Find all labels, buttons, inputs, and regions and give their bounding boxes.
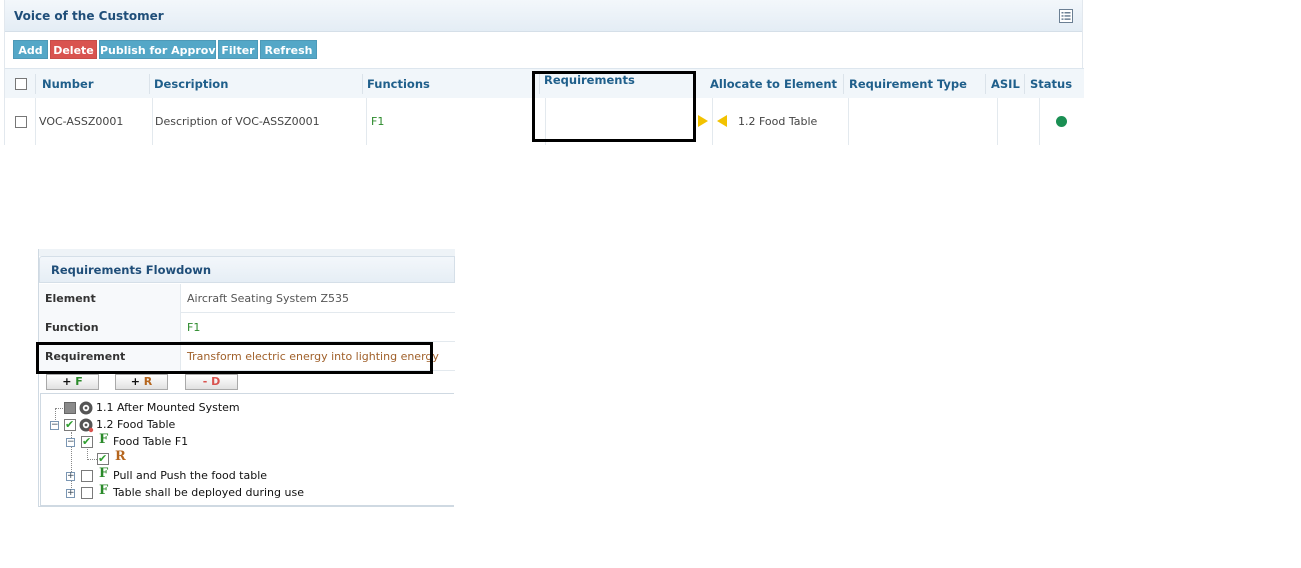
- cell-allocate-to-element[interactable]: 1.2 Food Table: [738, 98, 817, 145]
- move-right-arrow-icon[interactable]: [698, 115, 708, 127]
- plus-icon: +: [62, 375, 72, 388]
- function-letter-icon: F: [99, 432, 109, 447]
- column-divider: [985, 74, 986, 94]
- requirement-value: Transform electric energy into lighting …: [187, 350, 439, 363]
- element-tree: 1.1 After Mounted System − 1.2 Food Tabl…: [40, 393, 454, 506]
- delete-letter-icon: D: [211, 375, 221, 388]
- panel-top-strip: [39, 249, 455, 256]
- node-checkbox[interactable]: [64, 402, 76, 414]
- element-row: Element Aircraft Seating System Z535: [39, 284, 455, 313]
- tree-node-label: Pull and Push the food table: [113, 469, 268, 482]
- add-button[interactable]: Add: [13, 40, 48, 59]
- column-header-number[interactable]: Number: [42, 69, 94, 99]
- node-checkbox[interactable]: [81, 470, 93, 482]
- node-checkbox[interactable]: [64, 417, 76, 433]
- minus-icon: -: [202, 375, 208, 388]
- requirement-letter-icon: R: [143, 375, 153, 388]
- element-label: Element: [39, 284, 181, 313]
- element-value: Aircraft Seating System Z535: [187, 292, 350, 305]
- tree-node-label: 1.2 Food Table: [96, 418, 176, 431]
- node-checkbox[interactable]: [81, 487, 93, 499]
- gear-icon: [79, 418, 94, 433]
- column-header-requirement-type[interactable]: Requirement Type: [849, 69, 967, 99]
- list-view-icon[interactable]: [1059, 9, 1073, 23]
- tree-node-food-table[interactable]: − 1.2 Food Table: [41, 417, 441, 433]
- function-value: F1: [187, 321, 201, 334]
- expand-icon[interactable]: +: [66, 472, 75, 481]
- column-divider: [362, 74, 363, 94]
- tree-node-label: Food Table F1: [113, 435, 189, 448]
- cell-functions[interactable]: F1: [371, 98, 384, 145]
- tree-node-label: Table shall be deployed during use: [113, 486, 304, 499]
- tree-node-requirement[interactable]: R: [41, 449, 441, 467]
- cell-description: Description of VOC-ASSZ0001: [155, 115, 320, 128]
- row-checkbox[interactable]: [15, 116, 27, 128]
- add-requirement-button[interactable]: + R: [115, 374, 168, 390]
- tree-node-pull-and-push[interactable]: + F Pull and Push the food table: [41, 466, 441, 484]
- function-letter-icon: F: [99, 466, 109, 481]
- function-row: Function F1: [39, 313, 455, 342]
- node-checkbox[interactable]: [97, 451, 109, 467]
- table-row[interactable]: VOC-ASSZ0001 Description of VOC-ASSZ0001…: [5, 98, 1084, 145]
- column-divider: [843, 74, 844, 94]
- expand-icon[interactable]: +: [66, 489, 75, 498]
- flowdown-header: Requirements Flowdown: [39, 256, 455, 283]
- voc-header: Voice of the Customer: [5, 0, 1082, 32]
- column-header-description[interactable]: Description: [154, 69, 228, 99]
- tree-node-table-deployed[interactable]: + F Table shall be deployed during use: [41, 483, 441, 501]
- move-left-arrow-icon[interactable]: [717, 115, 727, 127]
- tree-node-after-mounted-system[interactable]: 1.1 After Mounted System: [41, 400, 441, 416]
- add-function-button[interactable]: + F: [46, 374, 99, 390]
- delete-button[interactable]: Delete: [50, 40, 97, 59]
- column-header-asil[interactable]: ASIL: [991, 69, 1020, 99]
- voc-title: Voice of the Customer: [14, 9, 164, 23]
- delete-button[interactable]: - D: [185, 374, 238, 390]
- flowdown-title: Requirements Flowdown: [51, 263, 212, 277]
- function-letter-icon: F: [99, 483, 109, 498]
- status-indicator-icon: [1056, 116, 1067, 127]
- tree-node-label: 1.1 After Mounted System: [96, 401, 240, 414]
- requirement-row: Requirement Transform electric energy in…: [39, 342, 455, 371]
- node-checkbox[interactable]: [81, 434, 93, 450]
- column-divider: [149, 74, 150, 94]
- voc-panel: Voice of the Customer Add Delete Publish…: [4, 0, 1084, 145]
- cell-number: VOC-ASSZ0001: [39, 115, 124, 128]
- function-letter-icon: F: [75, 375, 83, 388]
- tree-node-food-table-f1[interactable]: − F Food Table F1: [41, 432, 441, 450]
- filter-button[interactable]: Filter: [218, 40, 258, 59]
- refresh-button[interactable]: Refresh: [260, 40, 317, 59]
- column-header-allocate-to-element[interactable]: Allocate to Element: [710, 69, 837, 99]
- function-label: Function: [39, 313, 181, 342]
- collapse-icon[interactable]: −: [50, 421, 59, 430]
- column-header-functions[interactable]: Functions: [367, 69, 430, 99]
- gear-icon: [79, 401, 93, 415]
- column-header-requirements[interactable]: Requirements: [544, 65, 635, 95]
- column-header-status[interactable]: Status: [1030, 69, 1072, 99]
- requirement-label: Requirement: [39, 342, 181, 371]
- requirement-letter-icon: R: [115, 449, 126, 464]
- plus-icon: +: [130, 375, 140, 388]
- column-divider: [35, 74, 36, 94]
- column-divider: [1024, 74, 1025, 94]
- select-all-checkbox[interactable]: [15, 78, 27, 90]
- table-header: Number Description Functions Requirement…: [5, 68, 1084, 98]
- column-divider: [539, 74, 540, 94]
- publish-for-approval-button[interactable]: Publish for Approval: [99, 40, 227, 59]
- collapse-icon[interactable]: −: [66, 438, 75, 447]
